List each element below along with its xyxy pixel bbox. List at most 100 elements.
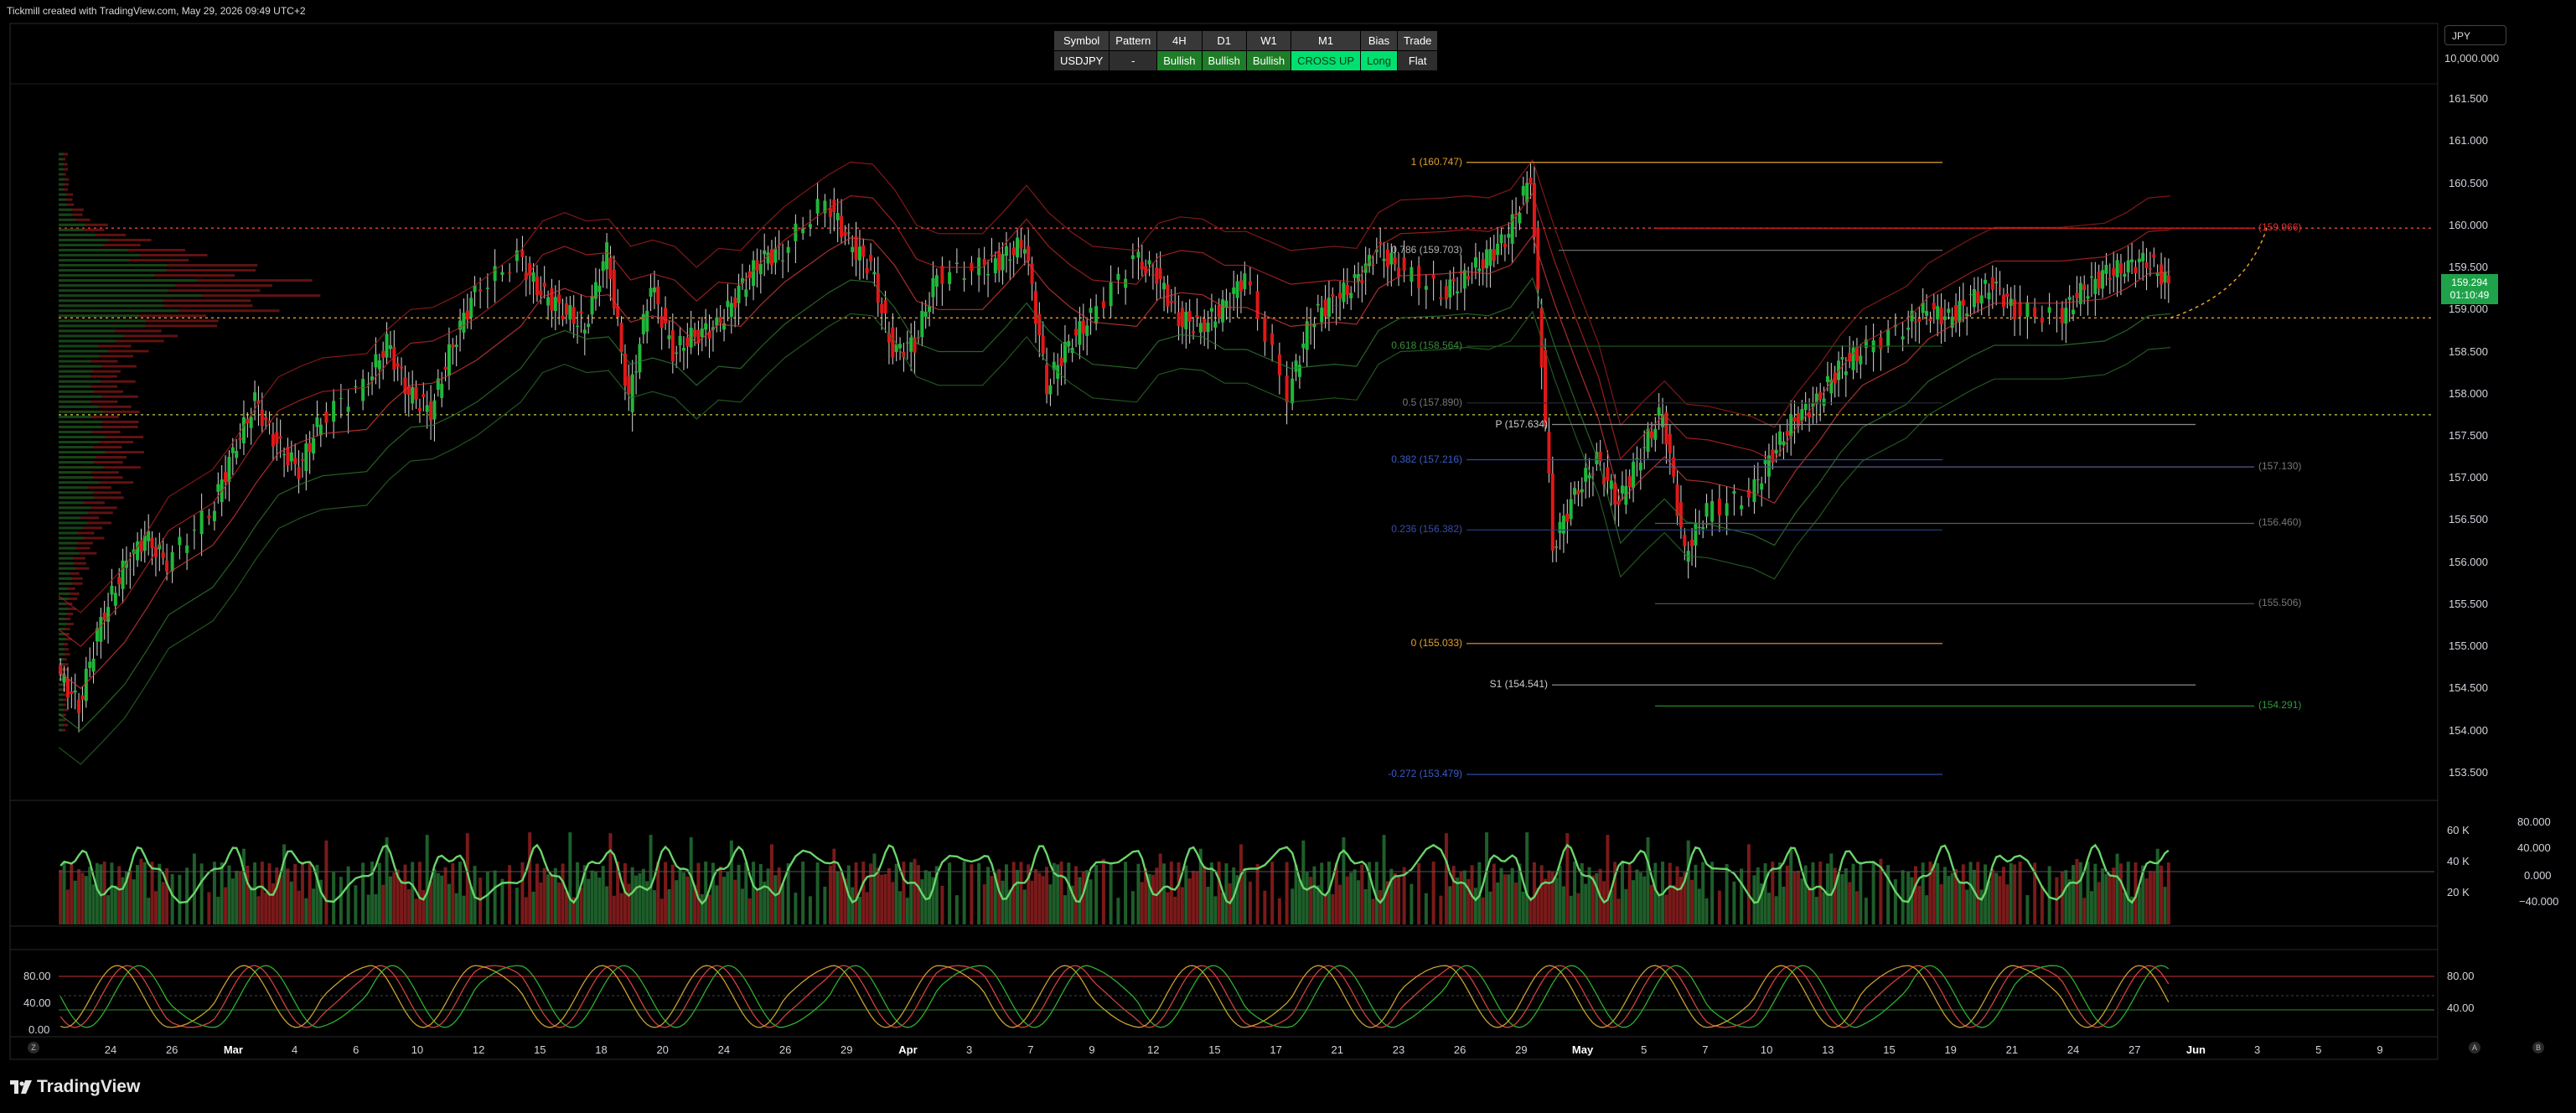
volume-bar [185, 867, 189, 924]
volume-bar [986, 867, 991, 924]
candle-body [948, 272, 952, 284]
fib-label: 0.5 (157.890) [1402, 396, 1462, 408]
volume-bar [2115, 853, 2119, 924]
osc-right-0: 0.000 [2524, 869, 2552, 882]
volume-bar [1382, 835, 1386, 924]
volume-bar [1785, 865, 1789, 924]
candle-body [1481, 259, 1485, 269]
price-chart[interactable] [0, 0, 2576, 1113]
candle-body [1379, 241, 1383, 244]
volume-bar [422, 890, 426, 924]
candle-body [700, 329, 704, 338]
volume-profile-bar-buy [59, 551, 80, 555]
candle-body [986, 273, 991, 276]
volume-profile-bar-buy [59, 451, 106, 454]
settings-icon[interactable]: B [2532, 1042, 2544, 1053]
volume-bar [1675, 866, 1679, 924]
volume-bar [1173, 896, 1177, 924]
volume-bar [685, 876, 690, 924]
volume-bar [1041, 876, 1045, 924]
volume-bar [2155, 848, 2160, 924]
auto-scale-icon[interactable]: A [2469, 1042, 2480, 1053]
fib-label: 0.236 (156.382) [1391, 523, 1462, 536]
candle-body [2018, 302, 2022, 317]
candle-body [2101, 270, 2105, 289]
volume-bar [1301, 840, 1306, 924]
volume-bar [1840, 873, 1844, 924]
candle-body [1822, 398, 1826, 406]
candle-body [1492, 249, 1496, 261]
volume-bar [2025, 895, 2030, 924]
candle-body [1019, 240, 1023, 249]
fib-label: -0.272 (153.479) [1388, 767, 1462, 779]
candle-body [462, 313, 466, 333]
volume-bar [271, 883, 275, 924]
candle-body [1217, 305, 1221, 318]
current-price: 159.294 [2451, 277, 2488, 288]
candle-body [1263, 318, 1267, 342]
volume-bar [597, 877, 602, 924]
candle-body [1936, 306, 1940, 320]
volume-bar [2089, 891, 2093, 924]
volume-bar [458, 862, 463, 924]
volume-bar [2123, 892, 2127, 924]
volume-bar [1653, 862, 1658, 924]
hdr-w1: W1 [1245, 30, 1292, 51]
volume-bar [982, 884, 986, 924]
volume-bar [1664, 894, 1668, 924]
candle-body [670, 330, 675, 362]
candle-body [1169, 301, 1173, 303]
volume-profile-bar-buy [59, 334, 124, 338]
candle-body [1558, 521, 1562, 533]
candle-body [1565, 513, 1570, 522]
volume-bar [436, 872, 440, 924]
right-level-label: (157.130) [2258, 460, 2302, 473]
volume-bar [1056, 864, 1060, 924]
volume-bar [300, 862, 304, 924]
candle-body [346, 406, 350, 412]
volume-bar [630, 867, 634, 924]
volume-bar [91, 884, 96, 924]
candle-body [675, 352, 679, 355]
volume-bar [2160, 865, 2164, 924]
volume-bar [207, 892, 211, 924]
candle-body [718, 317, 722, 324]
volume-bar [1649, 884, 1653, 924]
candle-body [278, 436, 282, 439]
price-tick: 158.500 [2449, 344, 2488, 358]
candle-body [1760, 483, 1764, 490]
volume-profile-bar-buy [59, 324, 146, 328]
volume-bar [1291, 888, 1295, 924]
volume-bar [80, 872, 85, 924]
volume-bar [1848, 882, 1852, 924]
time-tick: 26 [165, 1043, 178, 1056]
volume-bar [2040, 885, 2044, 924]
volume-bar [1833, 867, 1837, 924]
candle-body [2009, 298, 2013, 306]
volume-bar [65, 889, 70, 924]
price-tick: 157.500 [2449, 428, 2488, 442]
volume-bar [1814, 897, 1818, 924]
volume-bar [1059, 862, 1063, 924]
volume-bar [324, 840, 328, 924]
candle-body [940, 266, 944, 284]
volume-bar [366, 894, 370, 924]
candle-body [77, 699, 81, 713]
volume-bar [1448, 886, 1452, 924]
candle-body [2040, 317, 2044, 323]
candle-body [1410, 267, 1414, 282]
volume-bar [1224, 863, 1229, 924]
volume-profile-bar-buy [59, 703, 63, 707]
time-tick: 3 [2253, 1043, 2261, 1056]
candle-body [2108, 277, 2112, 280]
candle-body [1573, 488, 1577, 495]
candle-body [1547, 432, 1551, 474]
candle-body [582, 329, 587, 334]
volume-bar [670, 864, 675, 924]
candle-body [1725, 503, 1729, 516]
volume-bar [332, 872, 336, 924]
zoom-out-icon[interactable]: Z [28, 1042, 39, 1053]
volume-bar [493, 870, 497, 924]
time-tick: Apr [898, 1043, 918, 1056]
candle-body [1752, 479, 1756, 502]
